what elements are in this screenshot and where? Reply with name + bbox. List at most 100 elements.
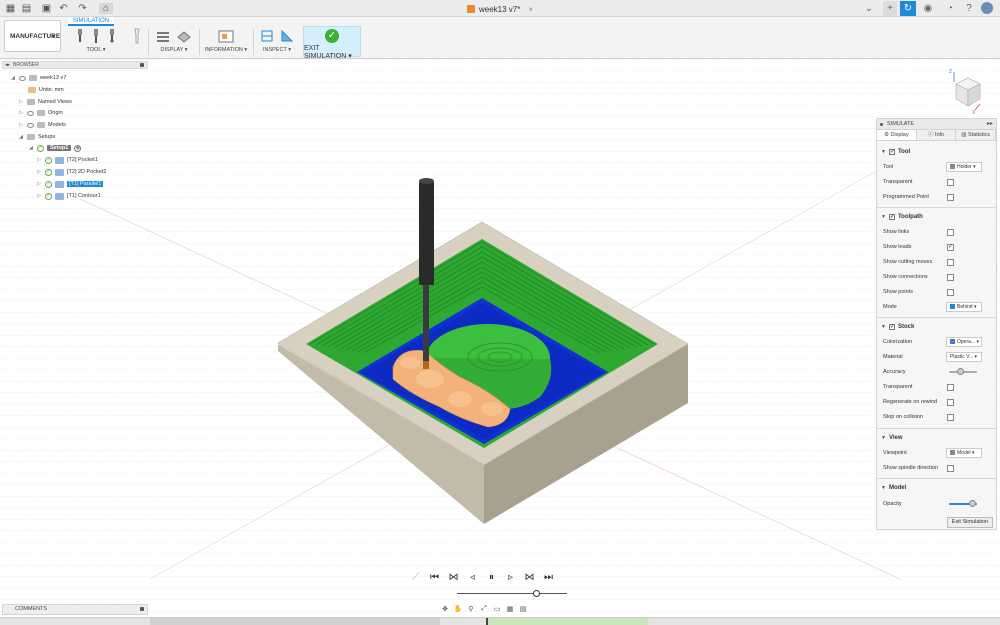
- tool-section-header[interactable]: ▼ ✓ Tool: [877, 145, 996, 159]
- stock-section-checkbox[interactable]: ✓: [888, 324, 895, 330]
- avatar[interactable]: [981, 2, 993, 14]
- mode-dropdown[interactable]: Behind ▾: [946, 302, 982, 312]
- fit-icon[interactable]: ⤢: [479, 605, 489, 613]
- step-forward-icon[interactable]: ▹: [505, 572, 516, 583]
- collapse-arrow-icon[interactable]: ▼: [881, 214, 886, 220]
- stop-collision-checkbox[interactable]: [947, 414, 954, 421]
- collapse-arrow-icon[interactable]: ▼: [881, 485, 886, 491]
- grid-settings-icon[interactable]: ▦: [505, 605, 515, 613]
- save-icon[interactable]: ▣: [41, 3, 52, 14]
- colorization-dropdown[interactable]: Opera... ▾: [946, 337, 982, 347]
- viewpoint-dropdown[interactable]: Model ▾: [946, 448, 982, 458]
- expand-icon[interactable]: ▷: [36, 157, 42, 163]
- tab-info[interactable]: ⓘ Info: [917, 130, 957, 140]
- eye-icon[interactable]: [27, 110, 34, 116]
- eye-icon[interactable]: [27, 122, 34, 128]
- document-tab[interactable]: week13 v7* ×: [467, 3, 533, 15]
- exit-simulation-panel-button[interactable]: Exit Simulation: [947, 517, 993, 528]
- accuracy-slider-knob[interactable]: [956, 368, 964, 375]
- viewport-canvas[interactable]: [0, 59, 1000, 615]
- simulation-scrubber[interactable]: [457, 590, 567, 597]
- eye-icon[interactable]: [19, 75, 26, 81]
- orbit-icon[interactable]: ✥: [440, 605, 450, 613]
- viewports-icon[interactable]: ▤: [518, 605, 528, 613]
- expand-icon[interactable]: ▷: [36, 193, 42, 199]
- tool-dropdown[interactable]: Holder ▾: [946, 162, 982, 172]
- panel-expand-icon[interactable]: ▸▸: [987, 119, 993, 130]
- chevron-down-icon[interactable]: ⌄: [862, 1, 876, 16]
- show-cutting-moves-checkbox[interactable]: [947, 259, 954, 266]
- collapse-arrow-icon[interactable]: ▼: [881, 435, 886, 441]
- expand-icon[interactable]: ▷: [18, 99, 24, 105]
- next-operation-icon[interactable]: ⋈: [524, 572, 535, 583]
- tab-display[interactable]: ⚙ Display: [877, 130, 917, 140]
- panel-pin-icon[interactable]: [140, 607, 144, 611]
- tool-group[interactable]: TOOL ▾: [66, 26, 126, 56]
- home-icon[interactable]: ⌂: [99, 3, 113, 14]
- collapse-arrow-icon[interactable]: ◢: [28, 145, 34, 151]
- stock-transparent-checkbox[interactable]: [947, 384, 954, 391]
- timeline-bar[interactable]: [0, 617, 1000, 625]
- tree-setup1[interactable]: ◢ ✓ Setup1 ◉: [28, 143, 82, 153]
- simulate-header[interactable]: SIMULATE ▸▸: [877, 119, 996, 130]
- tool-transparent-checkbox[interactable]: [947, 179, 954, 186]
- tree-named-views[interactable]: ▷ Named Views: [18, 97, 72, 107]
- notifications-icon[interactable]: ◔: [943, 1, 957, 16]
- tree-origin[interactable]: ▷ Origin: [18, 108, 63, 118]
- model-section-header[interactable]: ▼ Model: [877, 481, 996, 495]
- collapse-icon[interactable]: ◂▸: [5, 62, 10, 68]
- timeline-marker[interactable]: [486, 618, 488, 625]
- opacity-slider-knob[interactable]: [969, 500, 977, 507]
- collapse-arrow-icon[interactable]: ▼: [881, 149, 886, 155]
- file-menu-icon[interactable]: ▤: [21, 3, 32, 14]
- expand-icon[interactable]: ◢: [10, 75, 16, 81]
- list-item[interactable]: ▷ ✓ [T1] Contour1: [36, 191, 101, 201]
- material-dropdown[interactable]: Plastic V... ▾: [946, 352, 982, 362]
- expand-icon[interactable]: ▷: [18, 122, 24, 128]
- tool-path-icon[interactable]: ⟋: [410, 572, 421, 583]
- comments-panel[interactable]: COMMENTS: [2, 604, 148, 615]
- inspect-group[interactable]: INSPECT ▾: [257, 26, 297, 56]
- redo-icon[interactable]: ↷: [77, 3, 88, 14]
- new-tab-icon[interactable]: +: [883, 1, 897, 16]
- stock-section-header[interactable]: ▼ ✓ Stock: [877, 320, 996, 334]
- jobs-icon[interactable]: ◉: [921, 1, 935, 16]
- exit-simulation-button[interactable]: ✓ EXIT SIMULATION ▾: [303, 26, 361, 60]
- close-tab-icon[interactable]: ×: [528, 5, 533, 14]
- panel-pin-icon[interactable]: [140, 63, 144, 67]
- pause-icon[interactable]: ⏸: [486, 572, 497, 583]
- expand-icon[interactable]: ▷: [36, 181, 42, 187]
- tree-units[interactable]: Units: mm: [28, 85, 64, 95]
- show-connections-checkbox[interactable]: [947, 274, 954, 281]
- accuracy-slider[interactable]: [949, 368, 977, 375]
- previous-operation-icon[interactable]: ⋈: [448, 572, 459, 583]
- information-group[interactable]: INFORMATION ▾: [203, 26, 249, 56]
- expand-icon[interactable]: ▷: [36, 169, 42, 175]
- step-back-icon[interactable]: ◃: [467, 572, 478, 583]
- display-group[interactable]: DISPLAY ▾: [152, 26, 196, 56]
- zoom-icon[interactable]: ⚲: [466, 605, 476, 613]
- help-icon[interactable]: ?: [962, 1, 976, 16]
- programmed-point-checkbox[interactable]: [947, 194, 954, 201]
- pan-icon[interactable]: ✋: [453, 605, 463, 613]
- toolpath-section-header[interactable]: ▼ ✓ Toolpath: [877, 210, 996, 224]
- list-item[interactable]: ▷ ✓ [T1] Parallel1: [36, 179, 104, 189]
- undo-icon[interactable]: ↶: [58, 3, 69, 14]
- collapse-arrow-icon[interactable]: ▼: [881, 324, 886, 330]
- collapse-arrow-icon[interactable]: ◢: [18, 134, 24, 140]
- scrubber-handle[interactable]: [533, 590, 540, 597]
- regenerate-checkbox[interactable]: [947, 399, 954, 406]
- show-leads-checkbox[interactable]: ✓: [947, 244, 954, 251]
- view-section-header[interactable]: ▼ View: [877, 431, 996, 445]
- browser-header[interactable]: ◂▸ BROWSER: [2, 61, 148, 69]
- show-points-checkbox[interactable]: [947, 289, 954, 296]
- tree-root[interactable]: ◢ week13 v7: [10, 73, 66, 83]
- viewcube[interactable]: Z X: [944, 68, 990, 114]
- toolpath-section-checkbox[interactable]: ✓: [888, 214, 895, 220]
- tree-models[interactable]: ▷ Models: [18, 120, 66, 130]
- spindle-direction-checkbox[interactable]: [947, 465, 954, 472]
- sync-icon[interactable]: ↻: [900, 1, 916, 16]
- list-item[interactable]: ▷ ✓ [T2] 2D Pocket2: [36, 167, 106, 177]
- skip-to-start-icon[interactable]: ⏮: [429, 572, 440, 583]
- tool-section-checkbox[interactable]: ✓: [888, 149, 895, 155]
